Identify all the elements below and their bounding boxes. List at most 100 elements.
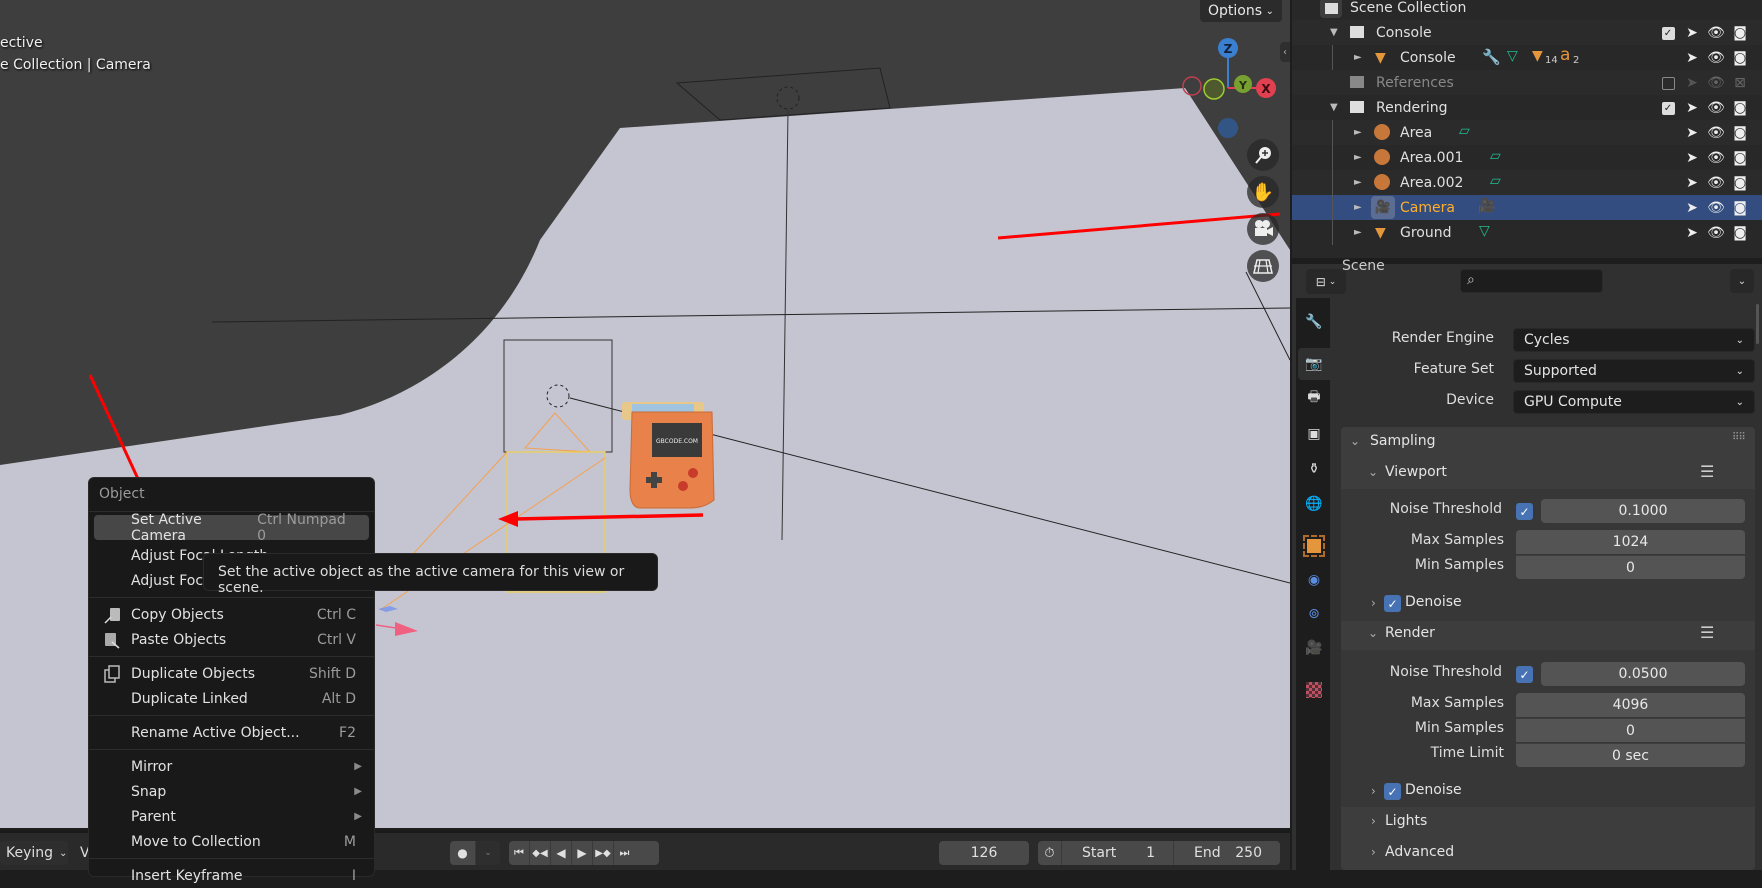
- tab-texture[interactable]: [1298, 674, 1330, 706]
- max-samples-field[interactable]: 4096: [1516, 693, 1745, 717]
- render-camera-icon[interactable]: ◙: [1732, 125, 1748, 141]
- pin-options-dropdown[interactable]: ⌄: [1730, 269, 1754, 293]
- outliner-row-console-collection[interactable]: ▼ Console ✓ ➤ 👁 ◙: [1292, 20, 1762, 45]
- expand-right-icon[interactable]: ►: [1354, 52, 1362, 63]
- jump-start-button[interactable]: ⏮: [509, 841, 530, 865]
- outliner-row-scene-collection[interactable]: Scene Collection: [1292, 0, 1762, 20]
- exclude-checkbox[interactable]: ✓: [1660, 100, 1676, 116]
- properties-scrollbar[interactable]: [1756, 304, 1759, 344]
- navigation-gizmo[interactable]: Z Y X: [1180, 34, 1280, 144]
- chevron-down-icon[interactable]: ⌄: [1350, 434, 1360, 448]
- menu-item-rename-active-object[interactable]: Rename Active Object... F2: [89, 720, 374, 745]
- expand-right-icon[interactable]: ►: [1354, 227, 1362, 238]
- denoise-checkbox[interactable]: ✓: [1384, 783, 1401, 800]
- font-icon[interactable]: a: [1560, 45, 1570, 65]
- play-reverse-button[interactable]: ◀: [551, 841, 572, 865]
- tab-render[interactable]: 📷: [1298, 348, 1330, 380]
- device-dropdown[interactable]: GPU Compute ⌄: [1513, 390, 1755, 414]
- current-frame-field[interactable]: 126: [939, 841, 1029, 865]
- tab-physics[interactable]: ◉: [1298, 564, 1330, 596]
- menu-item-mirror[interactable]: Mirror ▶: [89, 754, 374, 779]
- tab-world[interactable]: 🌐: [1298, 488, 1330, 520]
- select-arrow-icon[interactable]: ➤: [1684, 100, 1700, 116]
- camera-data-icon[interactable]: 🎥: [1478, 198, 1495, 214]
- exclude-checkbox[interactable]: [1660, 75, 1676, 91]
- properties-search-input[interactable]: ⌕: [1460, 269, 1603, 293]
- chevron-right-icon[interactable]: ›: [1371, 596, 1376, 610]
- presets-list-icon[interactable]: ☰: [1700, 623, 1714, 642]
- camera-view-button[interactable]: [1247, 213, 1279, 245]
- noise-threshold-checkbox[interactable]: ✓: [1516, 666, 1533, 683]
- play-button[interactable]: ▶: [572, 841, 593, 865]
- material-icon[interactable]: ▼: [1532, 48, 1543, 64]
- chevron-right-icon[interactable]: ›: [1371, 784, 1376, 798]
- expand-right-icon[interactable]: ►: [1354, 152, 1362, 163]
- select-arrow-icon[interactable]: ➤: [1684, 200, 1700, 216]
- chevron-down-icon[interactable]: ⌄: [1368, 465, 1378, 479]
- tab-camera-data[interactable]: 🎥: [1298, 632, 1330, 664]
- tab-output[interactable]: 🖶: [1298, 382, 1330, 414]
- sidebar-collapse-toggle[interactable]: ‹: [1280, 42, 1290, 62]
- select-arrow-icon[interactable]: ➤: [1684, 50, 1700, 66]
- outliner-row-camera[interactable]: ► 🎥 Camera 🎥 ➤ 👁 ◙: [1292, 195, 1762, 220]
- select-arrow-icon[interactable]: ➤: [1684, 225, 1700, 241]
- expand-right-icon[interactable]: ►: [1354, 127, 1362, 138]
- min-samples-field[interactable]: 0: [1516, 555, 1745, 579]
- noise-threshold-checkbox[interactable]: ✓: [1516, 503, 1533, 520]
- render-disabled-icon[interactable]: ⊠: [1732, 75, 1748, 91]
- area-light-data-icon[interactable]: ▱: [1490, 173, 1501, 189]
- outliner-row-rendering-collection[interactable]: ▼ Rendering ✓ ➤ 👁 ◙: [1292, 95, 1762, 120]
- max-samples-field[interactable]: 1024: [1516, 530, 1745, 554]
- record-button[interactable]: ●: [450, 841, 476, 865]
- exclude-checkbox[interactable]: ✓: [1660, 25, 1676, 41]
- outliner-row-ground[interactable]: ► ▼ Ground ▽ ➤ 👁 ◙: [1292, 220, 1762, 245]
- render-subpanel-header[interactable]: Render: [1385, 625, 1435, 641]
- select-arrow-icon[interactable]: ➤: [1684, 175, 1700, 191]
- render-camera-icon[interactable]: ◙: [1732, 150, 1748, 166]
- denoise-checkbox[interactable]: ✓: [1384, 595, 1401, 612]
- next-keyframe-button[interactable]: ▶◆: [593, 841, 614, 865]
- outliner-row-area[interactable]: ► Area ▱ ➤ 👁 ◙: [1292, 120, 1762, 145]
- tab-tool[interactable]: 🔧: [1298, 306, 1330, 338]
- modifier-wrench-icon[interactable]: 🔧: [1482, 48, 1501, 66]
- outliner-row-area-002[interactable]: ► Area.002 ▱ ➤ 👁 ◙: [1292, 170, 1762, 195]
- start-frame-field[interactable]: Start 1: [1062, 841, 1174, 865]
- jump-end-button[interactable]: ⏭: [614, 841, 635, 865]
- zoom-button[interactable]: [1247, 139, 1279, 171]
- select-arrow-icon[interactable]: ➤: [1684, 125, 1700, 141]
- render-camera-icon[interactable]: ◙: [1732, 100, 1748, 116]
- outliner-row-area-001[interactable]: ► Area.001 ▱ ➤ 👁 ◙: [1292, 145, 1762, 170]
- expand-down-icon[interactable]: ▼: [1330, 27, 1338, 38]
- select-arrow-icon[interactable]: ➤: [1684, 150, 1700, 166]
- menu-item-insert-keyframe[interactable]: Insert Keyframe I: [89, 863, 374, 888]
- render-camera-icon[interactable]: ◙: [1732, 50, 1748, 66]
- mesh-data-icon[interactable]: ▽: [1479, 223, 1490, 239]
- min-samples-field[interactable]: 0: [1516, 718, 1745, 742]
- pan-button[interactable]: ✋: [1247, 176, 1279, 208]
- render-camera-icon[interactable]: ◙: [1732, 225, 1748, 241]
- time-limit-field[interactable]: 0 sec: [1516, 743, 1745, 767]
- keying-dropdown[interactable]: Keying ⌄: [0, 841, 68, 865]
- menu-item-copy-objects[interactable]: Copy Objects Ctrl C: [89, 602, 374, 627]
- eye-icon[interactable]: 👁: [1707, 25, 1725, 41]
- sampling-header[interactable]: Sampling: [1370, 433, 1436, 449]
- area-light-data-icon[interactable]: ▱: [1490, 148, 1501, 164]
- menu-item-paste-objects[interactable]: Paste Objects Ctrl V: [89, 627, 374, 652]
- eye-icon[interactable]: 👁: [1707, 150, 1725, 166]
- noise-threshold-field[interactable]: 0.0500: [1541, 662, 1745, 686]
- eye-icon[interactable]: 👁: [1707, 100, 1725, 116]
- eye-icon[interactable]: 👁: [1707, 200, 1725, 216]
- select-arrow-icon[interactable]: ➤: [1684, 25, 1700, 41]
- prev-keyframe-button[interactable]: ◆◀: [530, 841, 551, 865]
- ortho-toggle-button[interactable]: [1247, 250, 1279, 282]
- expand-down-icon[interactable]: ▼: [1330, 102, 1338, 113]
- chevron-right-icon[interactable]: ›: [1371, 845, 1376, 859]
- drag-handle-icon[interactable]: ⠿⠿: [1732, 432, 1746, 443]
- menu-item-set-active-camera[interactable]: Set Active Camera Ctrl Numpad 0: [94, 512, 369, 544]
- menu-item-move-to-collection[interactable]: Move to Collection M: [89, 829, 374, 854]
- presets-list-icon[interactable]: ☰: [1700, 462, 1714, 481]
- expand-right-icon[interactable]: ►: [1354, 202, 1362, 213]
- advanced-subpanel-header[interactable]: Advanced: [1385, 844, 1454, 860]
- eye-icon[interactable]: 👁: [1707, 50, 1725, 66]
- end-frame-field[interactable]: End 250: [1174, 841, 1280, 865]
